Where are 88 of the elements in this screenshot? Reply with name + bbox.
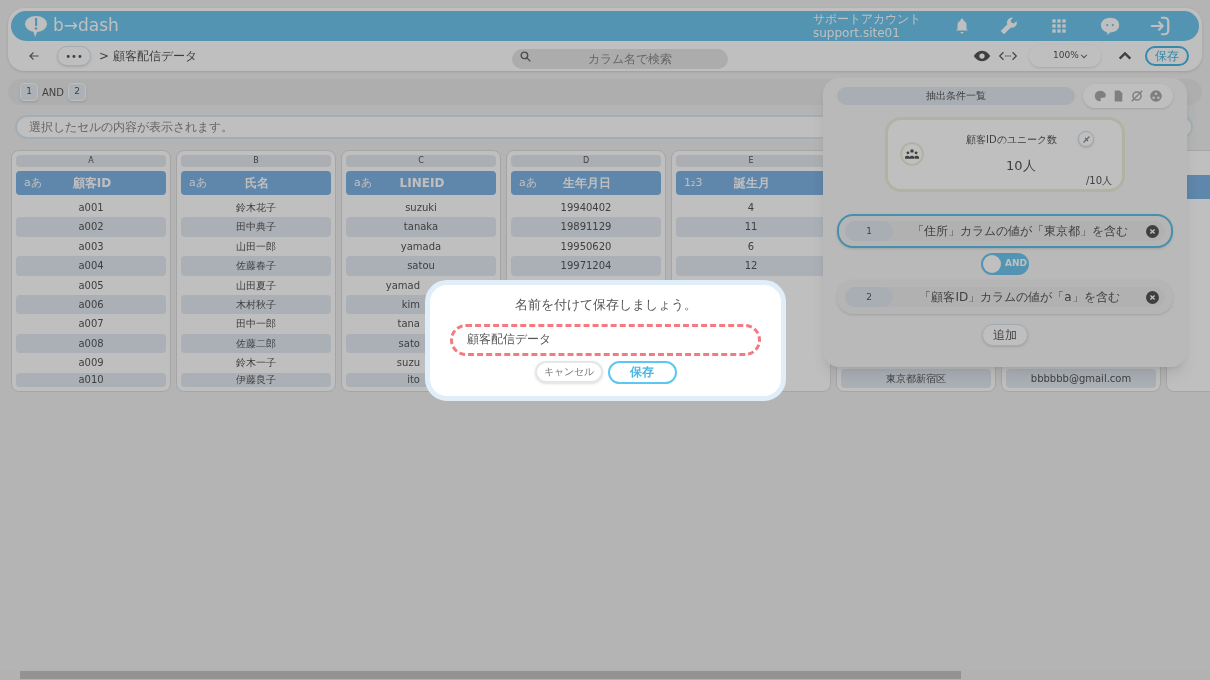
back-arrow-icon[interactable] <box>27 49 41 63</box>
table-cell[interactable]: a005 <box>16 275 166 295</box>
table-cell[interactable]: 11 <box>676 217 826 237</box>
type-label: 1₂3 <box>684 174 704 191</box>
condition-row[interactable]: 2 「顧客ID」カラムの値が「a」を含む <box>837 280 1173 314</box>
sign-in-icon[interactable] <box>1149 15 1171 37</box>
table-cell[interactable]: 12 <box>676 256 826 276</box>
breadcrumb: > 顧客配信データ <box>99 48 197 65</box>
condition-row[interactable]: 1 「住所」カラムの値が「東京都」を含む <box>837 214 1173 248</box>
palette-icon[interactable] <box>1093 89 1108 103</box>
table-cell[interactable]: 佐藤春子 <box>181 256 331 276</box>
dialog-title: 名前を付けて保存しましょう。 <box>514 296 697 314</box>
scrollbar-thumb[interactable] <box>20 671 961 679</box>
table-cell[interactable]: a002 <box>16 217 166 237</box>
add-button[interactable]: 追加 <box>982 324 1028 346</box>
table-cell[interactable]: 4 <box>676 198 826 218</box>
table-cell[interactable]: suzuki <box>346 198 496 218</box>
table-cell[interactable]: 鈴木花子 <box>181 198 331 218</box>
table-cell[interactable]: 鈴木一子 <box>181 353 331 373</box>
people-icon <box>900 142 924 166</box>
table-cell[interactable]: 佐藤二郎 <box>181 333 331 354</box>
table-cell[interactable]: 19940402 <box>511 198 661 218</box>
type-label: aあ <box>24 174 43 191</box>
account-id: support.site01 <box>813 26 901 40</box>
bell-icon[interactable] <box>953 17 971 35</box>
type-label: aあ <box>189 174 208 191</box>
condition-text: 「住所」カラムの値が「東京都」を含む <box>910 223 1129 240</box>
condition-number: 2 <box>845 287 893 307</box>
table-cell[interactable]: a001 <box>16 198 166 218</box>
table-cell[interactable]: a004 <box>16 256 166 276</box>
header-label: 顧客ID <box>71 175 113 192</box>
operator-label: AND <box>42 85 65 100</box>
account-name: サポートアカウント <box>813 12 921 26</box>
metric-total: /10人 <box>1085 174 1112 188</box>
search-field[interactable]: カラム名で検索 <box>511 49 728 69</box>
table-cell[interactable]: a006 <box>16 294 166 315</box>
table-cell[interactable]: 山田一郎 <box>181 236 331 257</box>
table-cell[interactable]: 田中一郎 <box>181 314 331 334</box>
header-label: 氏名 <box>244 175 270 192</box>
header-label: LINEID <box>398 175 446 192</box>
more-button[interactable]: ••• <box>57 46 91 66</box>
column-letter[interactable]: B <box>181 155 331 167</box>
condition-number: 1 <box>845 221 893 241</box>
eye-slash-icon[interactable] <box>1129 89 1144 103</box>
circle-dots-icon[interactable] <box>1148 89 1163 103</box>
table-cell[interactable]: tanaka <box>346 217 496 237</box>
table-cell[interactable]: 田中典子 <box>181 217 331 237</box>
metric-value: 10人 <box>1006 157 1036 175</box>
panel-title[interactable]: 抽出条件一覧 <box>837 87 1075 105</box>
table-cell[interactable]: 山田夏子 <box>181 275 331 295</box>
grid-icon[interactable] <box>1051 18 1067 34</box>
speech-bubble-icon[interactable] <box>23 14 49 38</box>
table-cell[interactable]: 伊藤良子 <box>181 372 331 387</box>
table-cell[interactable]: satou <box>346 256 496 276</box>
column-letter[interactable]: E <box>676 155 826 167</box>
type-label: aあ <box>519 174 538 191</box>
table-cell[interactable]: 東京都新宿区 <box>841 368 991 388</box>
header-label: 生年月日 <box>562 175 612 192</box>
table-cell[interactable]: a003 <box>16 236 166 257</box>
table-cell[interactable]: 木村秋子 <box>181 294 331 315</box>
condition-text: 「顧客ID」カラムの値が「a」を含む <box>918 289 1121 306</box>
table-cell[interactable]: a008 <box>16 333 166 354</box>
chevron-down-icon[interactable] <box>1079 51 1089 61</box>
column-letter[interactable]: D <box>511 155 661 167</box>
table-cell[interactable]: 19971204 <box>511 256 661 276</box>
remove-icon[interactable] <box>1146 224 1159 238</box>
chat-face-icon[interactable] <box>1099 15 1121 37</box>
search-icon[interactable] <box>518 50 532 63</box>
table-cell[interactable]: 19891129 <box>511 217 661 237</box>
zoom-select[interactable]: 100% <box>1029 45 1101 67</box>
condition-chip[interactable]: 2 <box>68 83 87 101</box>
table-cell[interactable]: a007 <box>16 314 166 334</box>
table-cell[interactable]: 6 <box>676 236 826 257</box>
table-cell[interactable]: 19950620 <box>511 236 661 257</box>
wrench-icon[interactable] <box>999 16 1019 36</box>
remove-icon[interactable] <box>1146 290 1159 304</box>
type-label: aあ <box>354 174 373 191</box>
table-cell[interactable]: a009 <box>16 353 166 373</box>
name-input-field[interactable]: 顧客配信データ <box>450 323 761 356</box>
condition-chip[interactable]: 1 <box>20 83 38 101</box>
column-letter[interactable]: C <box>346 155 496 167</box>
table-cell[interactable]: yamada <box>346 236 496 257</box>
header-label: 誕生月 <box>733 175 771 192</box>
table-cell[interactable]: a010 <box>16 372 166 387</box>
logo-text: b→dash <box>53 14 119 38</box>
cancel-button[interactable]: キャンセル <box>534 360 603 383</box>
column-letter[interactable]: A <box>16 155 166 167</box>
table-cell[interactable]: bbbbbb@gmail.com <box>1006 368 1156 388</box>
